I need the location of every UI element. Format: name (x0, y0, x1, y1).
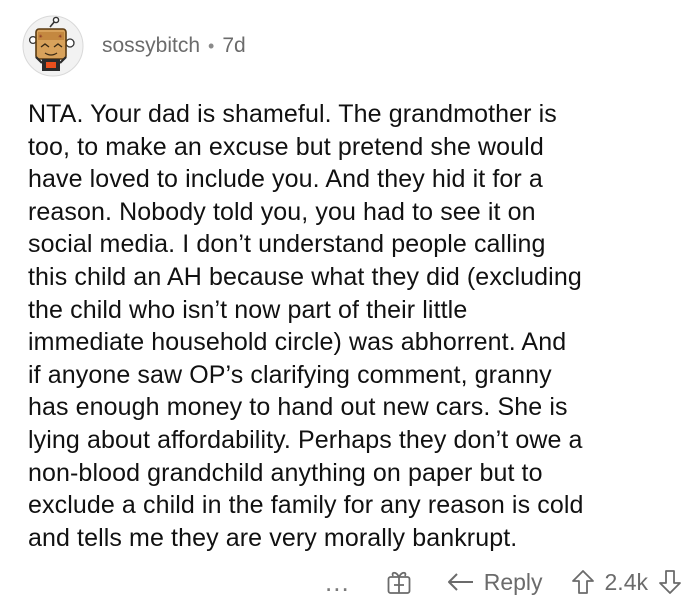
award-button[interactable] (386, 569, 412, 595)
reply-button[interactable]: Reply (446, 569, 543, 596)
comment-meta: sossybitch • 7d (102, 34, 246, 58)
comment-line: and tells me they are very morally bankr… (28, 523, 518, 552)
vote-controls: 2.4k (571, 569, 682, 596)
snoo-avatar-icon: ✳ ✳ (22, 15, 84, 77)
comment-line: exclude a child in the family for any re… (28, 491, 584, 520)
comment-line: immediate household circle) was abhorren… (28, 328, 567, 357)
comment-line: social media. I don’t understand people … (28, 230, 546, 259)
vote-score: 2.4k (604, 568, 648, 595)
award-gift-icon (387, 571, 411, 594)
comment-actions: ... Reply 2.4k (325, 561, 682, 603)
comment-line: if anyone saw OP’s clarifying comment, g… (28, 360, 552, 389)
comment-line: too, to make an excuse but pretend she w… (28, 132, 544, 161)
meta-separator: • (208, 35, 215, 56)
comment-line: NTA. Your dad is shameful. The grandmoth… (28, 100, 557, 128)
comment-header: ✳ ✳ sossybitch • 7d (22, 10, 246, 82)
reply-arrow-icon (447, 573, 473, 591)
comment-line: have loved to include you. And they hid … (28, 165, 543, 194)
comment-line: non-blood grandchild anything on paper b… (28, 458, 543, 487)
username-link[interactable]: sossybitch (102, 34, 200, 58)
upvote-arrow-icon[interactable] (571, 569, 595, 595)
downvote-arrow-icon[interactable] (658, 569, 682, 595)
comment-line: the child who isn’t now part of their li… (28, 295, 468, 324)
comment-line: lying about affordability. Perhaps they … (28, 425, 583, 454)
comment-body: NTA. Your dad is shameful. The grandmoth… (28, 98, 678, 554)
comment-line: this child an AH because what they did (… (28, 262, 582, 291)
user-avatar[interactable]: ✳ ✳ (22, 15, 84, 77)
comment-line: reason. Nobody told you, you had to see … (28, 197, 536, 226)
comment-age: 7d (222, 34, 246, 57)
comment-line: has enough money to hand out new cars. S… (28, 393, 568, 422)
reply-label: Reply (483, 568, 543, 595)
svg-text:✳: ✳ (39, 34, 43, 40)
more-options-button[interactable]: ... (325, 569, 350, 595)
svg-text:✳: ✳ (58, 34, 62, 40)
